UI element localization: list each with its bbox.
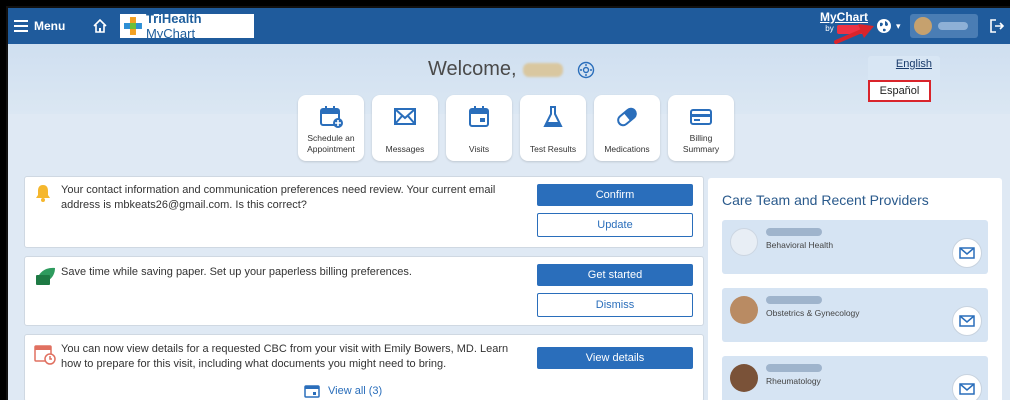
language-option-spanish[interactable]: Español bbox=[868, 80, 931, 102]
blurred-provider-name bbox=[766, 364, 822, 372]
envelope-icon bbox=[394, 108, 416, 125]
message-provider-button[interactable] bbox=[952, 374, 982, 400]
calendar-icon bbox=[469, 106, 489, 127]
avatar bbox=[914, 17, 932, 35]
app-frame: Menu TriHealth MyChart MyChart by ▾ Welc… bbox=[6, 6, 1010, 400]
provider-specialty: Rheumatology bbox=[766, 376, 821, 386]
logout-button[interactable] bbox=[986, 15, 1008, 37]
view-details-button[interactable]: View details bbox=[537, 347, 693, 369]
menu-button[interactable]: Menu bbox=[14, 15, 65, 37]
envelope-icon bbox=[959, 315, 975, 327]
tile-billing-summary[interactable]: Billing Summary bbox=[668, 95, 734, 161]
gear-icon[interactable] bbox=[577, 61, 595, 79]
bell-icon bbox=[36, 185, 50, 202]
dismiss-button[interactable]: Dismiss bbox=[537, 293, 693, 317]
trihealth-cross-icon bbox=[124, 17, 142, 35]
home-icon bbox=[93, 18, 107, 33]
blurred-provider-name bbox=[766, 228, 822, 236]
provider-specialty: Behavioral Health bbox=[766, 240, 834, 250]
calendar-clock-icon bbox=[34, 345, 56, 365]
credit-card-icon bbox=[690, 109, 712, 125]
care-team-panel: Care Team and Recent Providers Behaviora… bbox=[708, 178, 1002, 400]
annotation-arrow bbox=[834, 24, 874, 44]
flask-icon bbox=[543, 106, 563, 127]
blurred-user-name bbox=[938, 22, 968, 30]
message-provider-button[interactable] bbox=[952, 306, 982, 336]
tile-schedule-appointment[interactable]: Schedule an Appointment bbox=[298, 95, 364, 161]
view-all-link[interactable]: View all (3) bbox=[304, 384, 382, 398]
tile-medications[interactable]: Medications bbox=[594, 95, 660, 161]
blurred-provider-name bbox=[766, 296, 822, 304]
globe-icon bbox=[877, 19, 891, 33]
envelope-icon bbox=[959, 383, 975, 395]
contact-review-message: Your contact information and communicati… bbox=[61, 184, 496, 211]
provider-card[interactable]: Rheumatology bbox=[722, 356, 988, 400]
logo-text: TriHealth MyChart bbox=[145, 11, 202, 41]
get-started-button[interactable]: Get started bbox=[537, 264, 693, 286]
avatar bbox=[730, 364, 758, 392]
confirm-button[interactable]: Confirm bbox=[537, 184, 693, 206]
trihealth-logo[interactable]: TriHealth MyChart bbox=[120, 11, 254, 41]
tile-test-results[interactable]: Test Results bbox=[520, 95, 586, 161]
message-provider-button[interactable] bbox=[952, 238, 982, 268]
envelope-icon bbox=[959, 247, 975, 259]
provider-card[interactable]: Obstetrics & Gynecology bbox=[722, 288, 988, 342]
care-team-title: Care Team and Recent Providers bbox=[722, 192, 929, 208]
provider-card[interactable]: Behavioral Health bbox=[722, 220, 988, 274]
calendar-icon bbox=[304, 385, 320, 398]
menu-label: Menu bbox=[34, 19, 66, 33]
language-button[interactable]: ▾ bbox=[876, 15, 901, 37]
tile-visits[interactable]: Visits bbox=[446, 95, 512, 161]
contact-review-card: Your contact information and communicati… bbox=[24, 176, 704, 248]
paperless-leaf-icon bbox=[36, 267, 55, 285]
avatar bbox=[730, 228, 758, 256]
calendar-add-icon bbox=[320, 106, 343, 128]
paperless-message: Save time while saving paper. Set up you… bbox=[61, 266, 412, 278]
chevron-down-icon: ▾ bbox=[896, 20, 901, 31]
provider-specialty: Obstetrics & Gynecology bbox=[766, 308, 860, 318]
language-option-english[interactable]: English bbox=[878, 58, 932, 70]
pill-icon bbox=[617, 107, 637, 127]
welcome-heading: Welcome, bbox=[428, 58, 595, 81]
cbc-visit-message: You can now view details for a requested… bbox=[61, 343, 509, 370]
paperless-billing-card: Save time while saving paper. Set up you… bbox=[24, 256, 704, 326]
tile-messages[interactable]: Messages bbox=[372, 95, 438, 161]
avatar bbox=[730, 296, 758, 324]
logout-icon bbox=[990, 19, 1005, 33]
update-button[interactable]: Update bbox=[537, 213, 693, 237]
blurred-first-name bbox=[522, 62, 563, 77]
home-button[interactable] bbox=[88, 14, 112, 38]
user-account-button[interactable] bbox=[910, 14, 978, 38]
hamburger-icon bbox=[14, 20, 28, 32]
